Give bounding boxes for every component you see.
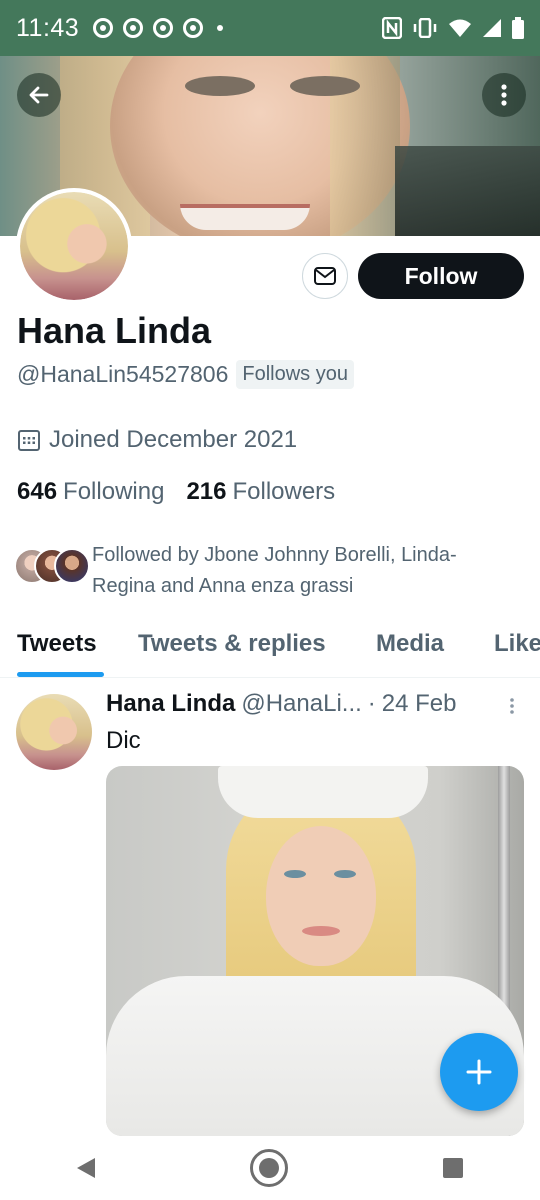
plus-icon xyxy=(466,1059,492,1085)
calendar-icon xyxy=(18,430,40,451)
followed-by-text: Followed by Jbone Johnny Borelli, Linda-… xyxy=(92,544,457,597)
followed-by-avatars xyxy=(14,540,90,584)
vibrate-icon xyxy=(413,18,437,38)
tweet-text: Dic xyxy=(106,727,141,754)
tab-tweets-and-replies[interactable]: Tweets & replies xyxy=(138,630,326,658)
profile-tabs: Tweets Tweets & replies Media Likes xyxy=(0,620,540,678)
follow-stats: 646 Following 216 Followers xyxy=(17,478,357,506)
tweet-timestamp[interactable]: 24 Feb xyxy=(382,690,457,718)
system-navigation-bar xyxy=(0,1136,540,1200)
handle-row: @HanaLin54527806 Follows you xyxy=(17,360,354,389)
tab-likes[interactable]: Likes xyxy=(494,630,540,658)
signal-icon xyxy=(483,19,501,37)
followers-count[interactable]: 216 xyxy=(186,478,226,506)
more-notifications-dot-icon xyxy=(217,25,224,31)
more-vertical-icon xyxy=(501,84,507,106)
tab-tweets[interactable]: Tweets xyxy=(17,630,97,658)
back-button[interactable] xyxy=(17,73,61,117)
wifi-icon xyxy=(449,19,471,37)
nav-home-icon[interactable] xyxy=(249,1149,288,1187)
chrome-icon xyxy=(93,18,114,38)
active-tab-indicator xyxy=(17,672,104,677)
back-arrow-icon xyxy=(29,86,49,104)
follow-button[interactable]: Follow xyxy=(358,253,524,299)
compose-tweet-button[interactable] xyxy=(440,1033,518,1111)
chrome-icon xyxy=(183,18,204,38)
tab-media[interactable]: Media xyxy=(376,630,444,658)
tweet-separator: · xyxy=(367,690,376,717)
status-time: 11:43 xyxy=(16,13,80,42)
nav-recents-icon[interactable] xyxy=(442,1158,463,1178)
status-bar: 11:43 xyxy=(0,0,540,56)
nfc-icon xyxy=(382,17,402,39)
tweet-more-icon[interactable] xyxy=(504,695,520,717)
tweet-author-handle[interactable]: @HanaLi... xyxy=(241,690,361,718)
tweet-header: Hana Linda @HanaLi... · 24 Feb xyxy=(106,690,526,718)
following-label[interactable]: Following xyxy=(63,478,164,506)
joined-date: Joined December 2021 xyxy=(17,426,297,454)
chrome-icon xyxy=(123,18,144,38)
chrome-icon xyxy=(153,18,174,38)
followed-by-section[interactable]: Followed by Jbone Johnny Borelli, Linda-… xyxy=(14,540,512,602)
following-count[interactable]: 646 xyxy=(17,478,57,506)
message-button[interactable] xyxy=(302,253,348,299)
envelope-icon xyxy=(314,267,336,285)
tweet-author-name[interactable]: Hana Linda xyxy=(106,690,235,718)
nav-back-icon[interactable] xyxy=(77,1158,96,1178)
profile-display-name: Hana Linda xyxy=(17,310,212,351)
avatar xyxy=(54,548,90,584)
profile-avatar[interactable] xyxy=(16,188,132,304)
more-options-button[interactable] xyxy=(482,73,526,117)
tweet-author-avatar[interactable] xyxy=(16,694,92,770)
follows-you-badge: Follows you xyxy=(236,360,354,389)
profile-handle: @HanaLin54527806 xyxy=(17,361,229,387)
battery-icon xyxy=(512,17,524,39)
followers-label[interactable]: Followers xyxy=(232,478,335,506)
joined-text: Joined December 2021 xyxy=(49,426,298,453)
